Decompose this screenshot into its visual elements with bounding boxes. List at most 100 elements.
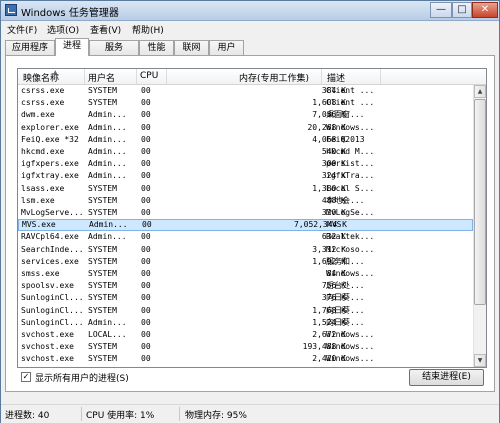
- col-description[interactable]: 描述: [327, 71, 345, 84]
- process-name: spoolsv.exe: [21, 281, 74, 291]
- process-row[interactable]: smss.exe SYSTEM 00 84 K Windows...: [18, 268, 473, 280]
- process-row[interactable]: svchost.exe LOCAL... 00 2,672 K Windows...: [18, 329, 473, 341]
- process-memory: 4,068 K: [312, 134, 346, 144]
- process-user: SYSTEM: [88, 269, 117, 278]
- process-memory: 1,380 K: [312, 183, 346, 193]
- tab-processes[interactable]: 进程: [55, 38, 89, 56]
- process-description: igfxTra...: [326, 171, 375, 181]
- process-description: Local S...: [326, 183, 375, 193]
- process-row[interactable]: csrss.exe SYSTEM 00 384 K Client ...: [18, 85, 473, 97]
- process-memory: 3,312 K: [312, 244, 346, 254]
- scrollbar-thumb[interactable]: [474, 99, 486, 305]
- process-row[interactable]: dwm.exe Admin... 00 7,036 K 桌面窗...: [18, 109, 473, 121]
- process-row[interactable]: FeiQ.exe *32 Admin... 00 4,068 K FeiQ2013: [18, 134, 473, 146]
- tab-users[interactable]: 用户: [209, 40, 244, 55]
- process-memory: 300 K: [321, 159, 346, 169]
- process-memory: 632 K: [321, 232, 346, 242]
- process-user: SYSTEM: [88, 354, 117, 364]
- process-user: SYSTEM: [88, 281, 117, 291]
- col-cpu[interactable]: CPU: [140, 71, 158, 84]
- col-memory[interactable]: 内存(专用工作集): [239, 71, 309, 84]
- process-row[interactable]: svchost.exe SYSTEM 00 193,488 K Windows...: [18, 341, 473, 353]
- minimize-button[interactable]: —: [430, 2, 452, 18]
- process-row[interactable]: lsass.exe SYSTEM 00 1,380 K Local S...: [18, 183, 473, 195]
- maximize-button[interactable]: □: [452, 2, 472, 18]
- process-description: Windows...: [326, 122, 375, 132]
- process-row[interactable]: MvLogServe... SYSTEM 00 320 K MvLogSe...: [18, 207, 473, 219]
- column-divider[interactable]: [166, 69, 167, 84]
- col-user-name[interactable]: 用户名: [88, 71, 115, 84]
- tab-services[interactable]: 服务: [89, 40, 139, 55]
- process-cpu: 00: [141, 269, 151, 278]
- process-row[interactable]: RAVCpl64.exe Admin... 00 632 K Realtek...: [18, 231, 473, 243]
- process-user: Admin...: [88, 159, 127, 169]
- process-list[interactable]: 映像名称 ▲ 用户名 CPU 内存(专用工作集) 描述 csrss.exe SYS…: [17, 68, 487, 368]
- end-process-button[interactable]: 结束进程(E): [409, 369, 484, 386]
- process-description: 服务和...: [326, 256, 365, 266]
- title-bar[interactable]: Windows 任务管理器 — □ ✕: [1, 1, 499, 21]
- column-divider[interactable]: [380, 69, 381, 84]
- tab-applications[interactable]: 应用程序: [5, 40, 55, 55]
- process-description: persist...: [326, 159, 375, 169]
- process-row[interactable]: lsm.exe SYSTEM 00 488 K 本地会...: [18, 195, 473, 207]
- process-row[interactable]: svchost.exe SYSTEM 00 2,420 K Windows...: [18, 353, 473, 365]
- column-divider[interactable]: [136, 69, 137, 84]
- process-memory: 384 K: [321, 86, 346, 95]
- process-user: SYSTEM: [88, 86, 117, 95]
- process-memory: 540 K: [321, 147, 346, 156]
- process-name: hkcmd.exe: [21, 147, 65, 156]
- column-divider[interactable]: [321, 69, 322, 84]
- process-rows: csrss.exe SYSTEM 00 384 K Client ... csrss.ex…: [18, 85, 473, 367]
- vertical-scrollbar[interactable]: ▲ ▼: [473, 85, 486, 367]
- process-row[interactable]: csrss.exe SYSTEM 00 1,608 K Client ...: [18, 97, 473, 109]
- process-name: csrss.exe: [21, 98, 65, 108]
- process-row[interactable]: igfxtray.exe Admin... 00 324 KigfxTra...: [18, 170, 473, 182]
- column-divider[interactable]: [84, 69, 85, 84]
- process-row[interactable]: SearchInde... SYSTEM 00 3,312 K Microso...: [18, 244, 473, 256]
- process-user: Admin...: [88, 171, 127, 181]
- process-row[interactable]: explorer.exe Admin... 00 20,268 K Windows...: [18, 122, 473, 134]
- tab-networking[interactable]: 联网: [174, 40, 209, 55]
- col-image-name[interactable]: 映像名称 ▲: [23, 69, 59, 84]
- process-row[interactable]: spoolsv.exe SYSTEM 00 756 K 后台处...: [18, 280, 473, 292]
- process-row[interactable]: hkcmd.exe Admin... 00 540 Khkcmd M...: [18, 146, 473, 158]
- process-row[interactable]: MVS.exe Admin... 00 7,052,344 K MVS: [18, 219, 473, 232]
- status-cpu-usage: CPU 使用率: 1%: [86, 411, 155, 421]
- tab-performance[interactable]: 性能: [139, 40, 174, 55]
- process-row[interactable]: SunloginCl... Admin... 00 1,524 K 向日葵...: [18, 317, 473, 329]
- process-memory: 324 K: [321, 171, 346, 181]
- show-all-users-label[interactable]: 显示所有用户的进程(S): [35, 371, 129, 384]
- scroll-down-icon[interactable]: ▼: [474, 354, 486, 367]
- process-description: 本地会...: [326, 195, 365, 205]
- process-cpu: 00: [141, 208, 151, 217]
- process-cpu: 00: [141, 342, 151, 352]
- process-cpu: 00: [141, 244, 151, 254]
- menu-help[interactable]: 帮助(H): [132, 23, 164, 36]
- status-process-count: 进程数: 40: [5, 411, 50, 421]
- process-memory: 1,524 K: [312, 317, 346, 327]
- process-name: SunloginCl...: [21, 305, 84, 315]
- menu-view[interactable]: 查看(V): [90, 23, 121, 36]
- process-row[interactable]: services.exe SYSTEM 00 1,692 K 服务和...: [18, 256, 473, 268]
- sort-ascending-icon: ▲: [53, 69, 58, 76]
- process-cpu: 00: [141, 147, 151, 156]
- process-name: csrss.exe: [21, 86, 65, 95]
- scroll-up-icon[interactable]: ▲: [474, 85, 486, 98]
- tab-strip: 应用程序 进程 服务 性能 联网 用户: [5, 38, 497, 56]
- process-name: SearchInde...: [21, 244, 84, 254]
- menu-file[interactable]: 文件(F): [7, 23, 37, 36]
- process-row[interactable]: igfxpers.exe Admin... 00 300 Kpersist...: [18, 158, 473, 170]
- process-name: svchost.exe: [21, 354, 74, 364]
- process-row[interactable]: SunloginCl... SYSTEM 00 376 K 向日葵...: [18, 292, 473, 304]
- process-row[interactable]: SunloginCl... SYSTEM 00 1,768 K 向日葵...: [18, 305, 473, 317]
- menu-options[interactable]: 选项(O): [47, 23, 79, 36]
- process-memory: 376 K: [321, 293, 346, 303]
- process-user: Admin...: [88, 110, 127, 120]
- process-user: Admin...: [88, 122, 127, 132]
- show-all-users-checkbox[interactable]: ✓: [21, 372, 31, 382]
- process-user: SYSTEM: [88, 208, 117, 217]
- close-button[interactable]: ✕: [472, 2, 498, 18]
- process-cpu: 00: [141, 195, 151, 205]
- list-header: 映像名称 ▲ 用户名 CPU 内存(专用工作集) 描述: [18, 69, 486, 85]
- process-cpu: 00: [141, 281, 151, 291]
